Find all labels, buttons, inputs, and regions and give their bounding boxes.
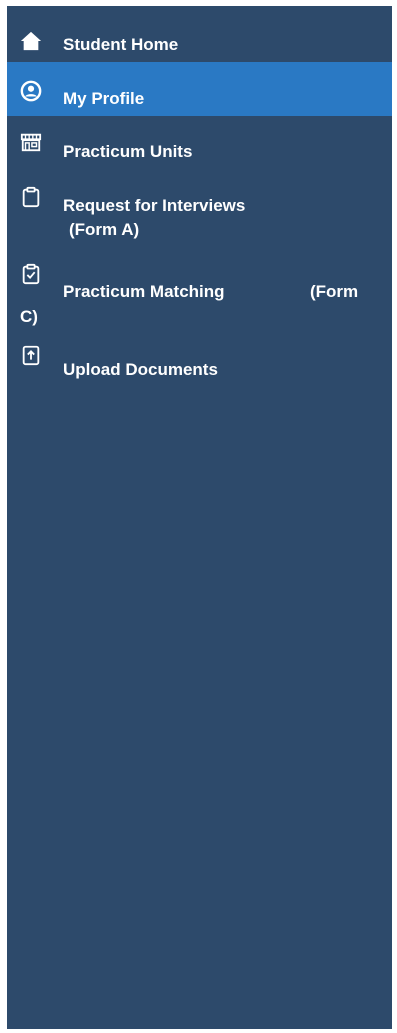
- sidebar-item-label-line2: C): [20, 307, 38, 326]
- sidebar-item-practicum-units[interactable]: Practicum Units: [7, 131, 392, 175]
- user-circle-icon: [20, 80, 42, 102]
- sidebar-item-label: Practicum Matching: [63, 282, 225, 301]
- sidebar: Student Home My Profile Practicum Units: [7, 6, 392, 1029]
- sidebar-item-label: Practicum Units: [63, 142, 193, 161]
- sidebar-item-label: Student Home: [63, 35, 179, 54]
- upload-file-icon: [20, 344, 42, 366]
- sidebar-item-label-line2: (Form A): [69, 220, 140, 239]
- sidebar-item-label: My Profile: [63, 89, 145, 108]
- sidebar-item-label: Request for Interviews: [63, 196, 246, 215]
- sidebar-item-request-interviews[interactable]: Request for Interviews (Form A): [7, 186, 392, 250]
- clipboard-icon: [20, 186, 42, 208]
- sidebar-item-my-profile[interactable]: My Profile: [7, 62, 392, 116]
- storefront-icon: [20, 131, 42, 153]
- sidebar-item-practicum-matching[interactable]: Practicum Matching (Form C): [7, 263, 392, 329]
- home-icon: [20, 30, 42, 52]
- sidebar-item-label: Upload Documents: [63, 360, 218, 379]
- sidebar-item-label-cont: (Form: [310, 282, 359, 301]
- sidebar-item-student-home[interactable]: Student Home: [7, 26, 392, 62]
- clipboard-check-icon: [20, 263, 42, 285]
- sidebar-item-upload-documents[interactable]: Upload Documents: [7, 344, 392, 384]
